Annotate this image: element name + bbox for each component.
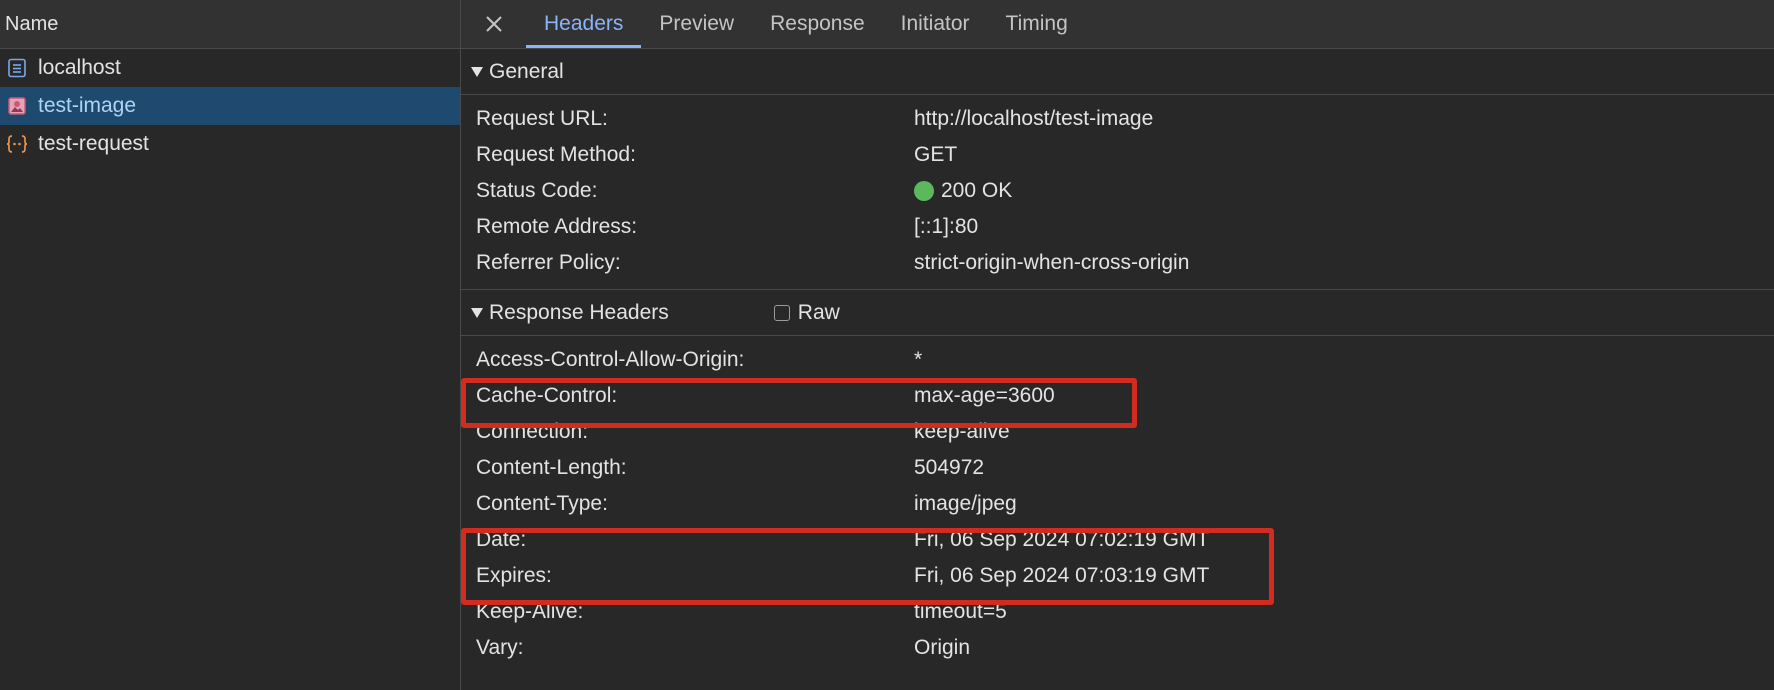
header-key: Vary:	[476, 636, 524, 659]
header-key: Cache-Control:	[476, 384, 618, 407]
request-details: Headers Preview Response Initiator Timin…	[461, 0, 1774, 690]
response-header-row: Content-Length: 504972	[461, 450, 1774, 486]
header-key: Content-Type:	[476, 492, 608, 515]
header-value: Origin	[914, 636, 971, 659]
general-section-title: General	[489, 59, 564, 83]
image-icon	[6, 95, 28, 117]
header-value: Fri, 06 Sep 2024 07:02:19 GMT	[914, 528, 1210, 551]
document-icon	[6, 57, 28, 79]
header-key: Connection:	[476, 420, 589, 443]
general-row: Request Method: GET	[461, 137, 1774, 173]
header-value: timeout=5	[914, 600, 1007, 623]
response-header-row: Content-Type: image/jpeg	[461, 486, 1774, 522]
header-key: Content-Length:	[476, 456, 627, 479]
request-item-test-request[interactable]: test-request	[0, 125, 460, 163]
header-value: max-age=3600	[914, 384, 1055, 407]
response-headers-table: Access-Control-Allow-Origin: * Cache-Con…	[461, 336, 1774, 666]
raw-checkbox[interactable]	[773, 304, 790, 321]
response-headers-title: Response Headers	[489, 300, 669, 324]
response-header-row: Access-Control-Allow-Origin: *	[461, 342, 1774, 378]
header-key: Expires:	[476, 564, 552, 587]
request-item-label: test-request	[38, 132, 149, 155]
response-headers-section-header[interactable]: Response Headers Raw	[461, 290, 1774, 336]
header-value: Fri, 06 Sep 2024 07:03:19 GMT	[914, 564, 1210, 587]
header-key: Date:	[476, 528, 527, 551]
header-key: Request URL:	[476, 107, 608, 130]
general-row: Referrer Policy: strict-origin-when-cros…	[461, 245, 1774, 281]
general-section-header[interactable]: General	[461, 49, 1774, 95]
response-header-row: Cache-Control: max-age=3600	[461, 378, 1774, 414]
tab-preview[interactable]: Preview	[641, 0, 752, 48]
header-value: 504972	[914, 456, 985, 479]
tab-timing[interactable]: Timing	[988, 0, 1086, 48]
response-header-row: Date: Fri, 06 Sep 2024 07:02:19 GMT	[461, 522, 1774, 558]
header-key: Referrer Policy:	[476, 251, 621, 274]
tab-initiator[interactable]: Initiator	[883, 0, 988, 48]
response-header-row: Keep-Alive: timeout=5	[461, 594, 1774, 630]
devtools-network-panel: Name localhost test-image test-request H…	[0, 0, 1774, 690]
response-header-row: Expires: Fri, 06 Sep 2024 07:03:19 GMT	[461, 558, 1774, 594]
raw-toggle[interactable]: Raw	[773, 300, 840, 325]
request-item-test-image[interactable]: test-image	[0, 87, 460, 125]
name-column-header[interactable]: Name	[0, 0, 460, 49]
tab-response[interactable]: Response	[752, 0, 883, 48]
header-value: [::1]:80	[914, 215, 979, 238]
tab-headers[interactable]: Headers	[526, 0, 642, 48]
status-value: 200 OK	[914, 179, 1774, 203]
details-tabbar: Headers Preview Response Initiator Timin…	[461, 0, 1774, 49]
request-item-label: test-image	[38, 94, 137, 117]
header-value: strict-origin-when-cross-origin	[914, 251, 1190, 274]
header-key: Keep-Alive:	[476, 600, 584, 623]
header-key: Status Code:	[476, 179, 598, 202]
header-key: Request Method:	[476, 143, 636, 166]
request-item-localhost[interactable]: localhost	[0, 49, 460, 87]
general-row: Remote Address: [::1]:80	[461, 209, 1774, 245]
close-icon[interactable]	[461, 0, 526, 48]
header-value: GET	[914, 143, 958, 166]
request-item-label: localhost	[38, 56, 121, 79]
status-ok-icon	[914, 181, 934, 201]
status-code-text: 200 OK	[941, 179, 1013, 202]
header-value: image/jpeg	[914, 492, 1017, 515]
caret-down-icon	[471, 307, 483, 318]
general-row: Status Code: 200 OK	[461, 173, 1774, 209]
header-key: Access-Control-Allow-Origin:	[476, 348, 745, 371]
raw-label: Raw	[797, 300, 840, 324]
general-row: Request URL: http://localhost/test-image	[461, 101, 1774, 137]
header-key: Remote Address:	[476, 215, 638, 238]
fetch-icon	[6, 133, 28, 155]
general-table: Request URL: http://localhost/test-image…	[461, 95, 1774, 290]
response-header-row: Connection: keep-alive	[461, 414, 1774, 450]
header-value: *	[914, 348, 923, 371]
header-value: keep-alive	[914, 420, 1010, 443]
header-value: http://localhost/test-image	[914, 107, 1154, 130]
response-header-row: Vary: Origin	[461, 630, 1774, 666]
request-list: Name localhost test-image test-request	[0, 0, 461, 690]
caret-down-icon	[471, 66, 483, 77]
